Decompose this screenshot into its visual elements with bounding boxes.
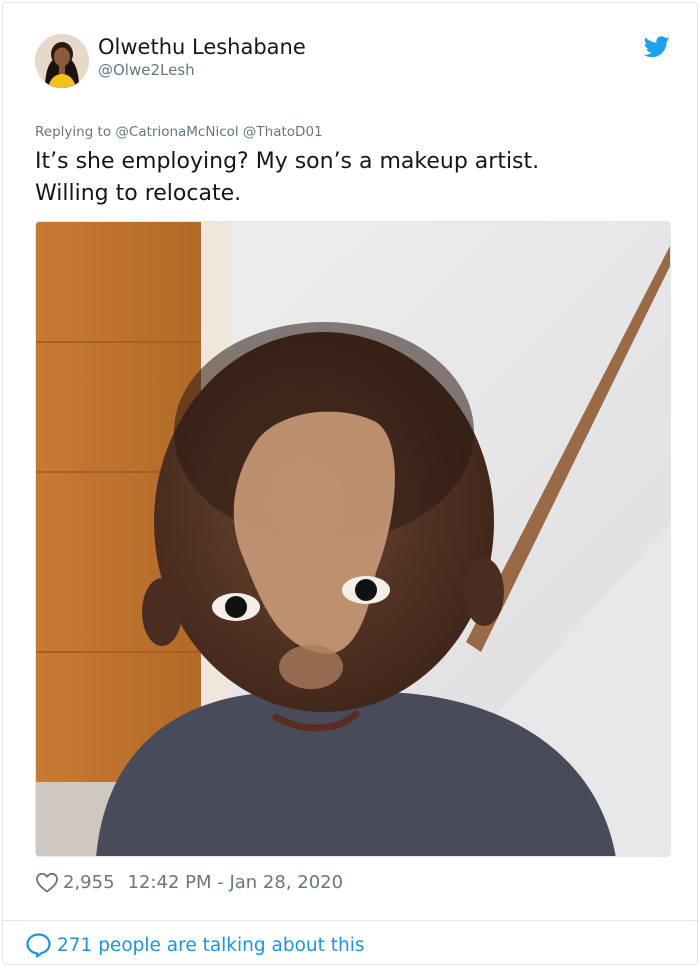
speech-bubble-icon [26, 933, 51, 958]
twitter-bird-icon[interactable] [644, 36, 670, 58]
author-avatar[interactable] [35, 34, 89, 88]
heart-icon[interactable] [35, 871, 59, 893]
tweet-card: Olwethu Leshabane @Olwe2Lesh Replying to… [2, 2, 698, 965]
talking-about-label[interactable]: 271 people are talking about this [57, 935, 365, 956]
talking-about-link[interactable]: 271 people are talking about this [25, 931, 365, 959]
toddler-photo-icon [36, 222, 670, 856]
like-count[interactable]: 2,955 [63, 872, 115, 893]
tweet-meta-row: 2,955 12:42 PM - Jan 28, 2020 [35, 869, 343, 895]
author-display-name[interactable]: Olwethu Leshabane [98, 35, 306, 59]
reply-mentions[interactable]: @CatrionaMcNicol @ThatoD01 [115, 124, 322, 140]
footer-divider [3, 920, 697, 921]
tweet-timestamp[interactable]: 12:42 PM - Jan 28, 2020 [128, 872, 344, 893]
tweet-text: It’s she employing? My son’s a makeup ar… [35, 146, 655, 210]
replying-to-line: Replying to @CatrionaMcNicol @ThatoD01 [35, 124, 323, 140]
tweet-photo[interactable] [35, 221, 671, 857]
tweet-text-line: It’s she employing? My son’s a makeup ar… [35, 149, 540, 174]
author-handle[interactable]: @Olwe2Lesh [98, 61, 195, 79]
replying-to-label: Replying to [35, 124, 112, 140]
avatar-photo-icon [35, 34, 89, 88]
tweet-text-line: Willing to relocate. [35, 181, 242, 206]
